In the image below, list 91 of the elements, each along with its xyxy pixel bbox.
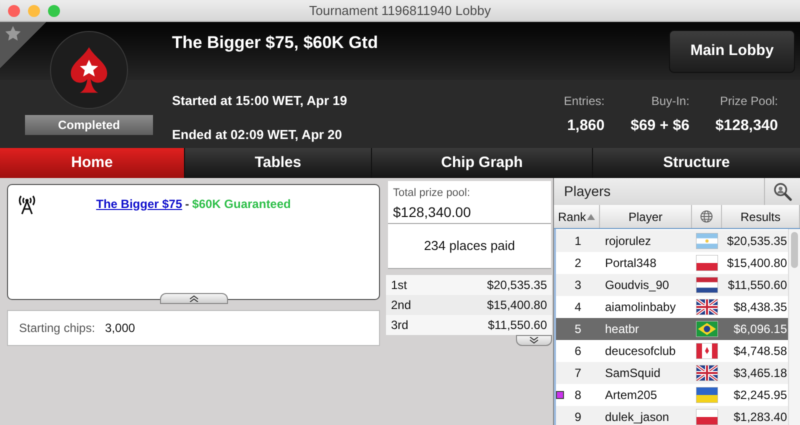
window-title: Tournament 1196811940 Lobby [309, 2, 491, 20]
stat-value: 1,860 [567, 116, 605, 136]
tab[interactable]: Chip Graph [372, 148, 592, 178]
chevron-down-icon [529, 337, 539, 344]
result-cell-text: $3,465.18 [734, 365, 787, 382]
player-name: dulek_jason [605, 410, 670, 424]
zoom-button[interactable] [48, 5, 60, 17]
player-name: deucesofclub [605, 344, 676, 358]
flag-icon [696, 233, 718, 249]
result-cell-text: $1,283.40 [734, 409, 787, 425]
column-label: Results [740, 208, 780, 226]
amount-text: $11,550.60 [488, 317, 547, 334]
rank-cell-text: 5 [574, 321, 582, 338]
tournament-title: The Bigger $75, $60K Gtd [172, 32, 378, 54]
flag-icon [696, 343, 718, 359]
stat-value: $128,340 [715, 116, 778, 136]
result-cell-text: $20,535.35 [726, 233, 787, 250]
tournament-link[interactable]: The Bigger $75 [96, 197, 182, 211]
start-time: Started at 15:00 WET, Apr 19 [172, 92, 348, 110]
globe-icon [700, 210, 713, 223]
players-title: Players [564, 182, 611, 201]
tab[interactable]: Tables [185, 148, 371, 178]
search-icon [773, 182, 792, 201]
column-label: Player [628, 208, 662, 226]
rank-cell-text: 3 [574, 277, 582, 294]
main-lobby-button[interactable]: Main Lobby [669, 30, 795, 73]
amount-text: $15,400.80 [486, 297, 547, 314]
flag-icon [696, 277, 718, 293]
column-header[interactable]: Player [600, 205, 692, 228]
player-name: Artem205 [605, 388, 658, 402]
tab[interactable]: Structure [593, 148, 800, 178]
stat-value: $69 + $6 [630, 116, 690, 136]
player-name: Goudvis_90 [605, 278, 670, 292]
player-row[interactable]: 3 Goudvis_90 $11,550.60 [556, 274, 788, 296]
flag-icon [696, 299, 718, 315]
player-name: heatbr [605, 322, 640, 336]
result-cell-text: $8,438.35 [734, 299, 787, 316]
stat-label: Buy-In: [651, 93, 690, 110]
tab[interactable]: Home [0, 148, 184, 178]
close-button[interactable] [8, 5, 20, 17]
place-text: 1st [391, 277, 408, 294]
player-name: Portal348 [605, 256, 656, 270]
prize-pool-label: Total prize pool: [393, 186, 472, 201]
result-cell-text: $11,550.60 [728, 277, 787, 294]
rank-cell-text: 8 [574, 387, 582, 404]
player-name: SamSquid [605, 366, 660, 380]
player-name: aiamolinbaby [605, 300, 676, 314]
player-row[interactable]: 1 rojorulez $20,535.35 [556, 230, 788, 252]
separator-text: - [185, 197, 190, 211]
column-header[interactable]: Results [722, 205, 800, 228]
column-header[interactable] [692, 205, 722, 228]
player-row[interactable]: 9 dulek_jason $1,283.40 [556, 406, 788, 425]
player-row[interactable]: 5 heatbr $6,096.15 [556, 318, 788, 340]
amount-text: $20,535.35 [486, 277, 547, 294]
flag-icon [696, 321, 718, 337]
antenna-icon [17, 193, 37, 215]
info-label: Starting chips: [19, 320, 96, 337]
result-cell-text: $2,245.95 [734, 387, 787, 404]
expand-button[interactable] [516, 335, 552, 346]
player-row[interactable]: 8 Artem205 $2,245.95 [556, 384, 788, 406]
chevron-up-icon [189, 295, 199, 302]
collapse-button[interactable] [160, 293, 228, 304]
rank-cell-text: 9 [574, 409, 582, 425]
column-header[interactable]: Rank [554, 205, 600, 228]
flag-icon [696, 255, 718, 271]
rank-cell-text: 4 [574, 299, 582, 316]
player-name: rojorulez [605, 234, 652, 248]
place-text: 2nd [391, 297, 412, 314]
flag-icon [696, 409, 718, 425]
result-cell-text: $4,748.58 [734, 343, 787, 360]
stat-label: Entries: [564, 93, 605, 110]
star-icon[interactable] [5, 26, 21, 41]
column-label: Rank [558, 208, 586, 226]
rank-cell-text: 1 [574, 233, 582, 250]
flag-icon [696, 387, 718, 403]
rank-cell-text: 6 [574, 343, 582, 360]
guarantee-text: $60K Guaranteed [192, 197, 291, 211]
prize-pool-value: $128,340.00 [393, 202, 472, 222]
stat-label: Prize Pool: [720, 93, 778, 110]
scrollbar-thumb[interactable] [791, 232, 798, 268]
player-row[interactable]: 7 SamSquid $3,465.18 [556, 362, 788, 384]
rank-cell-text: 2 [574, 255, 582, 272]
info-value: 3,000 [105, 320, 136, 337]
flag-icon [696, 365, 718, 381]
places-paid-text: 234 places paid [424, 237, 516, 256]
result-cell-text: $15,400.80 [726, 255, 787, 272]
end-time: Ended at 02:09 WET, Apr 20 [172, 126, 342, 144]
rank-cell-text: 7 [574, 365, 582, 382]
status-ribbon: Completed [25, 115, 153, 135]
result-cell-text: $6,096.15 [734, 321, 787, 338]
place-text: 3rd [391, 317, 408, 334]
